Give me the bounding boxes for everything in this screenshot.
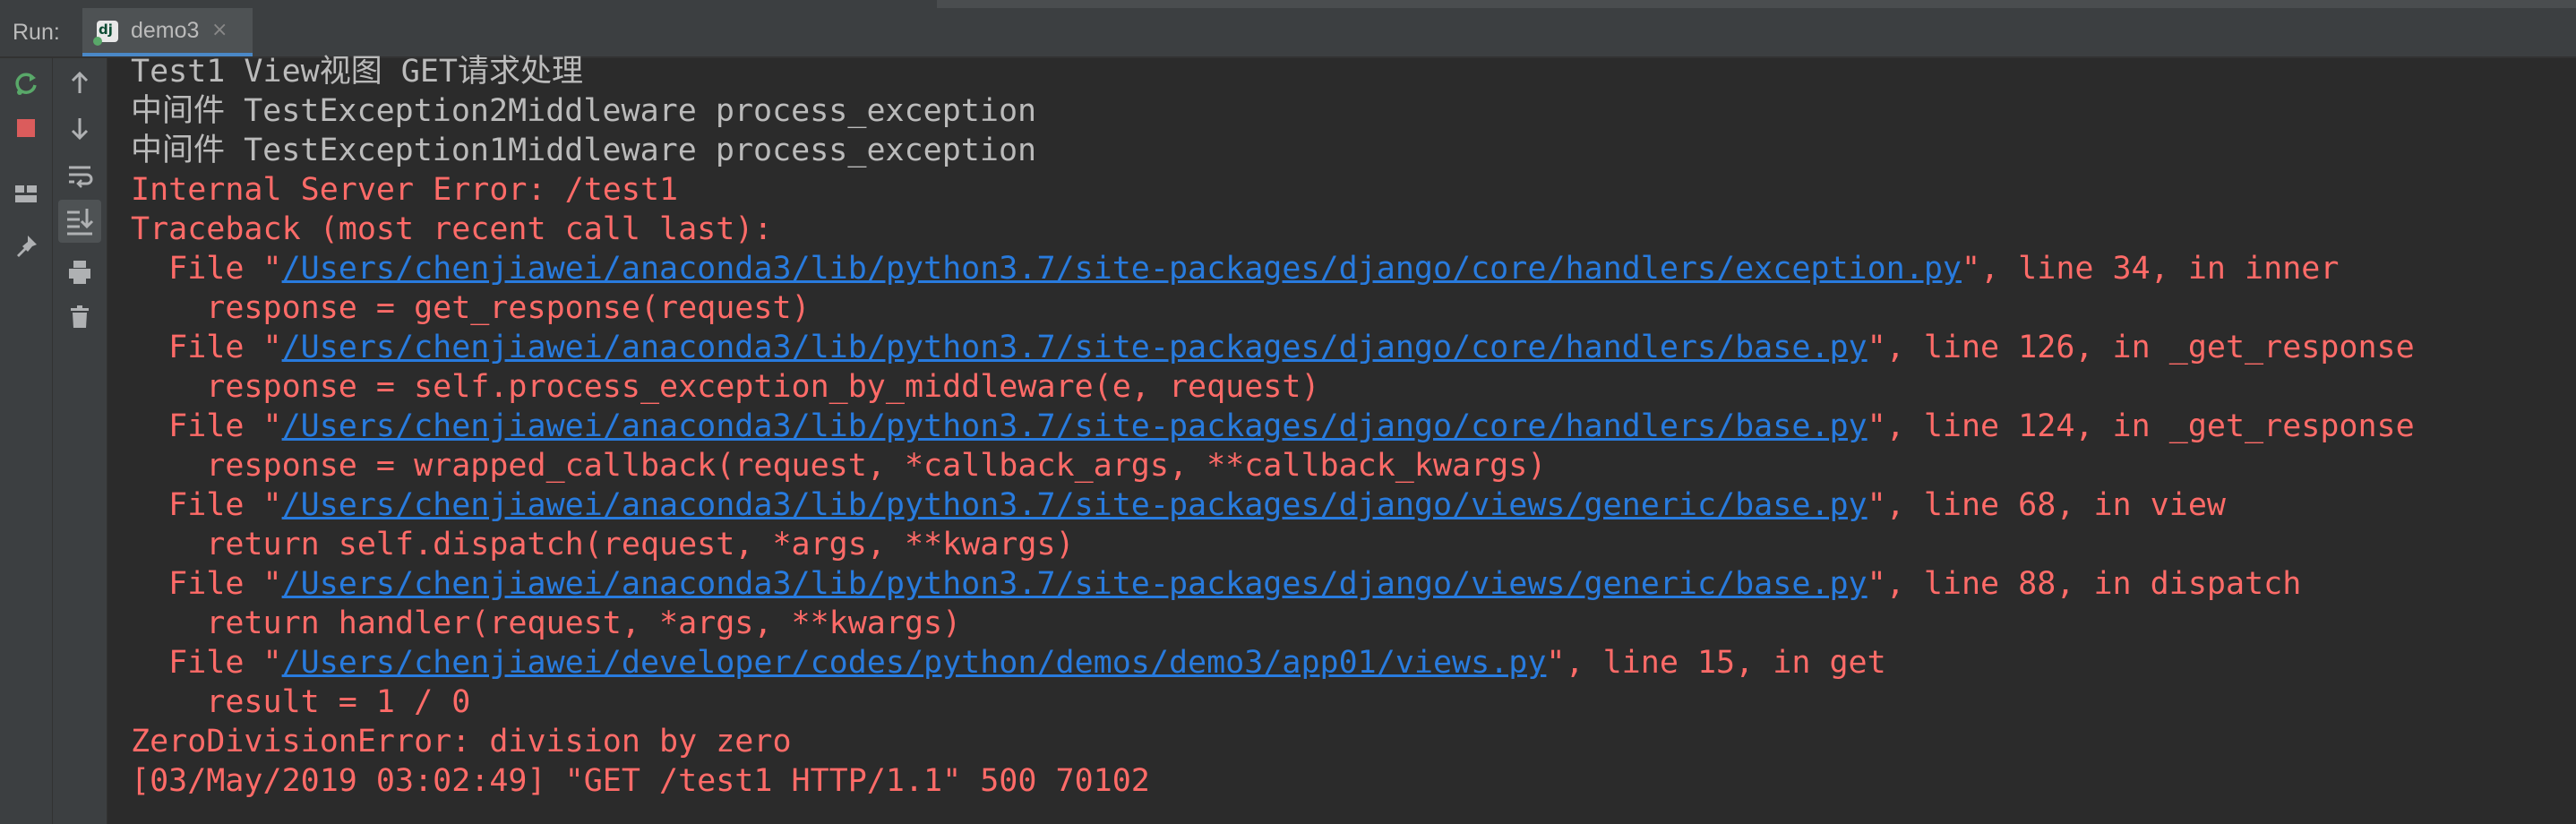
console-line: return self.dispatch(request, *args, **k… bbox=[131, 527, 1075, 562]
arrow-up-icon[interactable] bbox=[62, 65, 98, 101]
file-path-link[interactable]: /Users/chenjiawei/developer/codes/python… bbox=[282, 645, 1547, 681]
console-line-suffix: ", line 34, in inner bbox=[1961, 251, 2340, 287]
console-line: result = 1 / 0 bbox=[131, 684, 471, 720]
console-line: [03/May/2019 03:02:49] "GET /test1 HTTP/… bbox=[131, 763, 1150, 799]
console-line-suffix: ", line 126, in _get_response bbox=[1867, 330, 2415, 365]
soft-wrap-icon[interactable] bbox=[62, 157, 98, 193]
console-line: response = get_response(request) bbox=[131, 290, 811, 326]
console-line: Traceback (most recent call last): bbox=[131, 211, 773, 247]
console-line: Internal Server Error: /test1 bbox=[131, 172, 679, 208]
console-line-suffix: ", line 88, in dispatch bbox=[1867, 566, 2302, 602]
console-line: File "/Users/chenjiawei/anaconda3/lib/py… bbox=[131, 249, 2576, 288]
console-line: 中间件 TestException2Middleware process_exc… bbox=[131, 93, 1037, 129]
run-tab-bar: Run: dj demo3 × bbox=[0, 8, 2576, 58]
trash-icon[interactable] bbox=[62, 298, 98, 334]
console-line-suffix: ", line 68, in view bbox=[1867, 487, 2226, 523]
tab-demo3[interactable]: dj demo3 × bbox=[82, 8, 253, 56]
arrow-down-icon[interactable] bbox=[62, 110, 98, 146]
file-path-link[interactable]: /Users/chenjiawei/anaconda3/lib/python3.… bbox=[282, 408, 1868, 444]
scroll-to-end-icon[interactable] bbox=[58, 200, 101, 243]
run-label: Run: bbox=[13, 20, 60, 45]
console-line: File "/Users/chenjiawei/anaconda3/lib/py… bbox=[131, 485, 2576, 525]
console-line: ZeroDivisionError: division by zero bbox=[131, 724, 792, 760]
console-line-suffix: ", line 15, in get bbox=[1546, 645, 1886, 681]
console-line-prefix: File " bbox=[131, 645, 282, 681]
tab-label: demo3 bbox=[131, 18, 200, 43]
file-path-link[interactable]: /Users/chenjiawei/anaconda3/lib/python3.… bbox=[282, 566, 1868, 602]
console-line: File "/Users/chenjiawei/anaconda3/lib/py… bbox=[131, 407, 2576, 446]
rerun-icon[interactable] bbox=[8, 65, 44, 101]
console-line-prefix: File " bbox=[131, 251, 282, 287]
stop-icon[interactable] bbox=[8, 110, 44, 146]
console-line-prefix: File " bbox=[131, 330, 282, 365]
file-path-link[interactable]: /Users/chenjiawei/anaconda3/lib/python3.… bbox=[282, 487, 1868, 523]
console-line: 中间件 TestException1Middleware process_exc… bbox=[131, 133, 1037, 168]
console-output[interactable]: Test1 View视图 GET请求处理 中间件 TestException2Mi… bbox=[131, 52, 2576, 824]
console-line: response = self.process_exception_by_mid… bbox=[131, 369, 1320, 405]
console-line-prefix: File " bbox=[131, 566, 282, 602]
print-icon[interactable] bbox=[62, 253, 98, 289]
console-line: Test1 View视图 GET请求处理 bbox=[131, 54, 584, 90]
console-line-prefix: File " bbox=[131, 408, 282, 444]
pin-icon[interactable] bbox=[8, 228, 44, 264]
console-line-prefix: File " bbox=[131, 487, 282, 523]
close-icon[interactable]: × bbox=[211, 8, 228, 53]
console-line: response = wrapped_callback(request, *ca… bbox=[131, 448, 1547, 484]
console-line: return handler(request, *args, **kwargs) bbox=[131, 605, 962, 641]
file-path-link[interactable]: /Users/chenjiawei/anaconda3/lib/python3.… bbox=[282, 330, 1868, 365]
django-icon: dj bbox=[93, 21, 118, 46]
console-line-suffix: ", line 124, in _get_response bbox=[1867, 408, 2415, 444]
top-scrollbar-thumb[interactable] bbox=[937, 0, 2576, 8]
run-toolbar-right bbox=[53, 58, 107, 824]
console-line: File "/Users/chenjiawei/anaconda3/lib/py… bbox=[131, 564, 2576, 604]
console-line: File "/Users/chenjiawei/anaconda3/lib/py… bbox=[131, 328, 2576, 367]
run-toolbar-left bbox=[0, 58, 53, 824]
top-scrollbar[interactable] bbox=[0, 0, 2576, 8]
console-line: File "/Users/chenjiawei/developer/codes/… bbox=[131, 643, 2576, 682]
layout-icon[interactable] bbox=[8, 176, 44, 212]
file-path-link[interactable]: /Users/chenjiawei/anaconda3/lib/python3.… bbox=[282, 251, 1962, 287]
